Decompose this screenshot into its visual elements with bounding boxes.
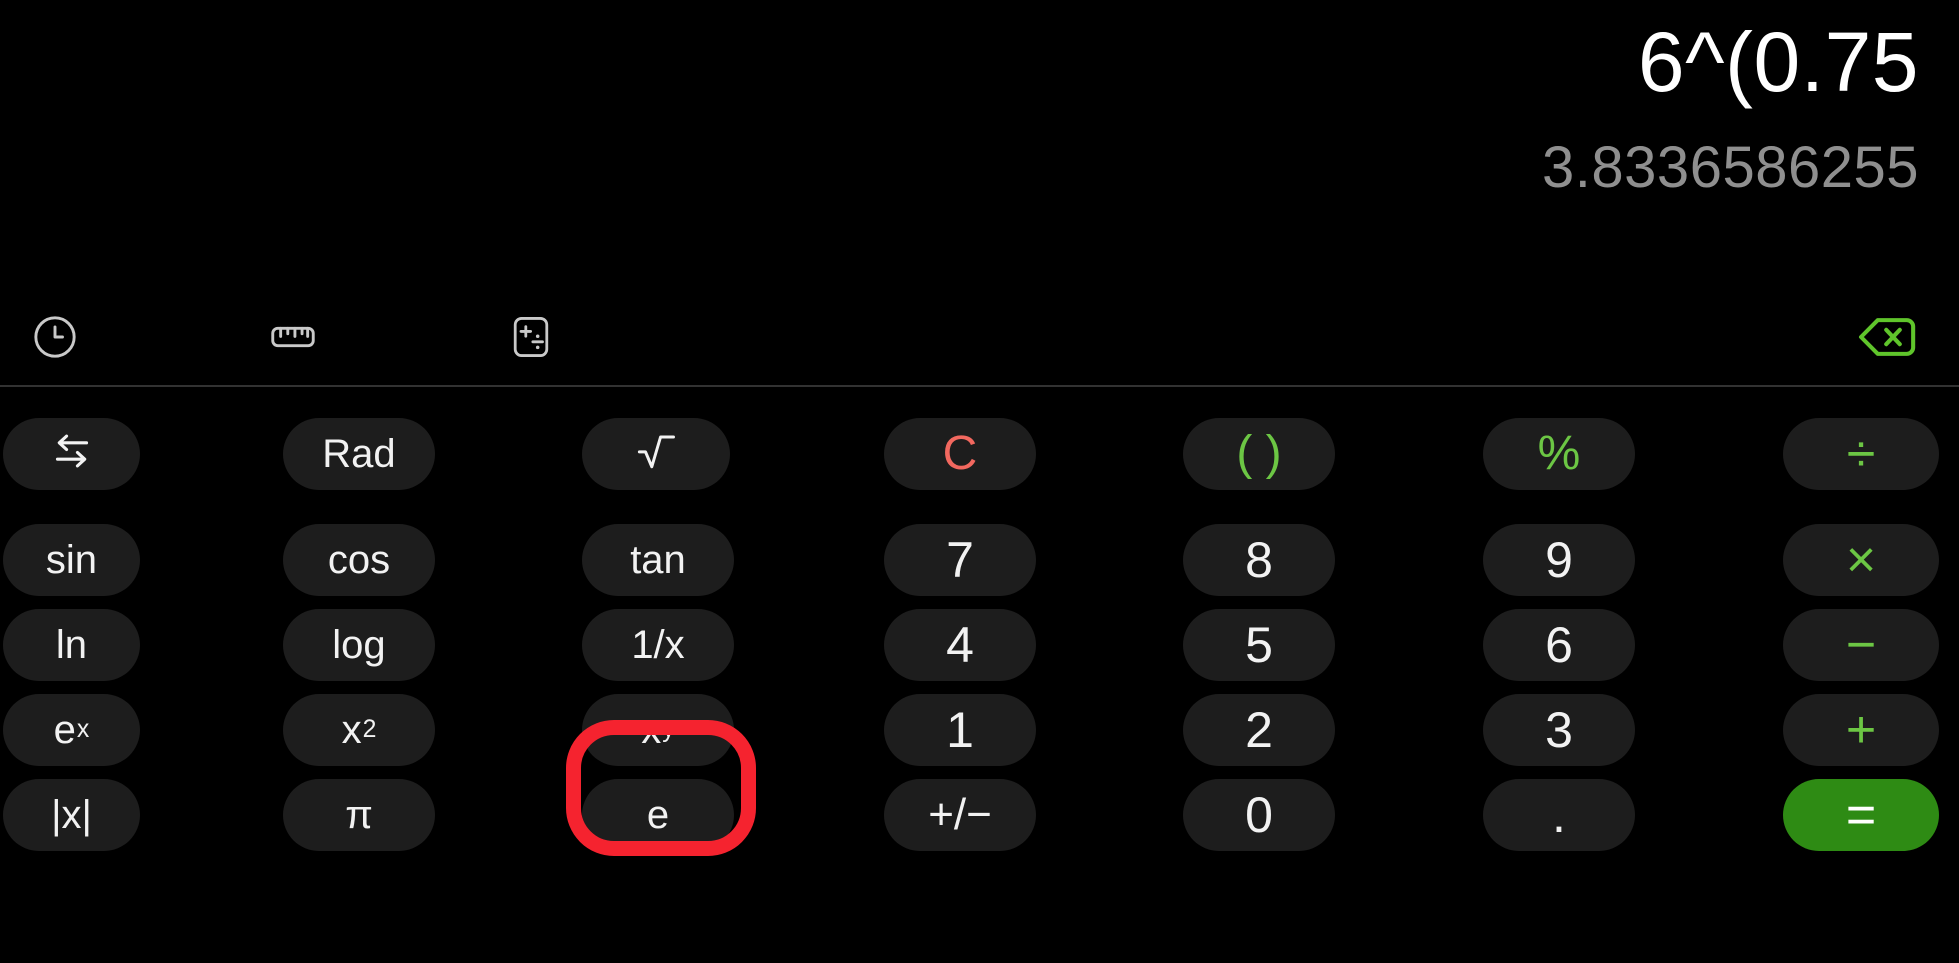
key-8[interactable]: 8 [1183, 524, 1335, 596]
history-button[interactable] [0, 288, 110, 385]
key-clear[interactable]: C [884, 418, 1036, 490]
result-text: 3.8336586255 [1542, 135, 1919, 201]
key-x-squared[interactable]: x2 [283, 694, 435, 766]
key-plus[interactable]: + [1783, 694, 1939, 766]
key-multiply[interactable]: × [1783, 524, 1939, 596]
key-2[interactable]: 2 [1183, 694, 1335, 766]
key-tan[interactable]: tan [582, 524, 734, 596]
ruler-icon [266, 310, 320, 364]
key-reciprocal[interactable]: 1/x [582, 609, 734, 681]
calculator-icon [505, 311, 557, 363]
key-label: e [53, 708, 76, 752]
unit-converter-button[interactable] [238, 288, 348, 385]
key-minus[interactable]: − [1783, 609, 1939, 681]
key-e-power-x[interactable]: ex [3, 694, 140, 766]
key-5[interactable]: 5 [1183, 609, 1335, 681]
key-cos[interactable]: cos [283, 524, 435, 596]
key-euler[interactable]: e [582, 779, 734, 851]
key-label: x [341, 708, 362, 752]
key-sin[interactable]: sin [3, 524, 140, 596]
swap-arrows-icon [49, 431, 95, 478]
key-x-power-y[interactable]: xy [582, 694, 734, 766]
key-square-root[interactable] [582, 418, 730, 490]
key-1[interactable]: 1 [884, 694, 1036, 766]
key-divide[interactable]: ÷ [1783, 418, 1939, 490]
calculator-app: 6^(0.75 3.8336586255 Rad C () % ÷ sin c… [0, 0, 1959, 963]
key-0[interactable]: 0 [1183, 779, 1335, 851]
key-absolute-value[interactable]: |x| [3, 779, 140, 851]
key-parentheses[interactable]: ( ) [1183, 418, 1335, 490]
backspace-button[interactable] [1832, 288, 1942, 385]
key-sign-toggle[interactable]: +/− [884, 779, 1036, 851]
key-log[interactable]: log [283, 609, 435, 681]
key-7[interactable]: 7 [884, 524, 1036, 596]
key-ln[interactable]: ln [3, 609, 140, 681]
toolbar [0, 288, 1959, 385]
key-6[interactable]: 6 [1483, 609, 1635, 681]
key-rad[interactable]: Rad [283, 418, 435, 490]
expression-text: 6^(0.75 [1637, 15, 1919, 109]
key-pi[interactable]: π [283, 779, 435, 851]
keypad: Rad C ( ) % ÷ sin cos tan 7 8 9 × ln log… [0, 391, 1959, 963]
key-percent[interactable]: % [1483, 418, 1635, 490]
key-equals[interactable]: = [1783, 779, 1939, 851]
key-label: x [641, 708, 662, 752]
key-9[interactable]: 9 [1483, 524, 1635, 596]
display-area: 6^(0.75 3.8336586255 [0, 0, 1959, 285]
toolbar-divider [0, 385, 1959, 387]
key-swap[interactable] [3, 418, 140, 490]
backspace-icon [1856, 312, 1918, 362]
key-3[interactable]: 3 [1483, 694, 1635, 766]
calculator-mode-button[interactable] [476, 288, 586, 385]
square-root-icon [636, 430, 676, 479]
key-4[interactable]: 4 [884, 609, 1036, 681]
clock-icon [30, 312, 80, 362]
key-decimal[interactable]: . [1483, 779, 1635, 851]
